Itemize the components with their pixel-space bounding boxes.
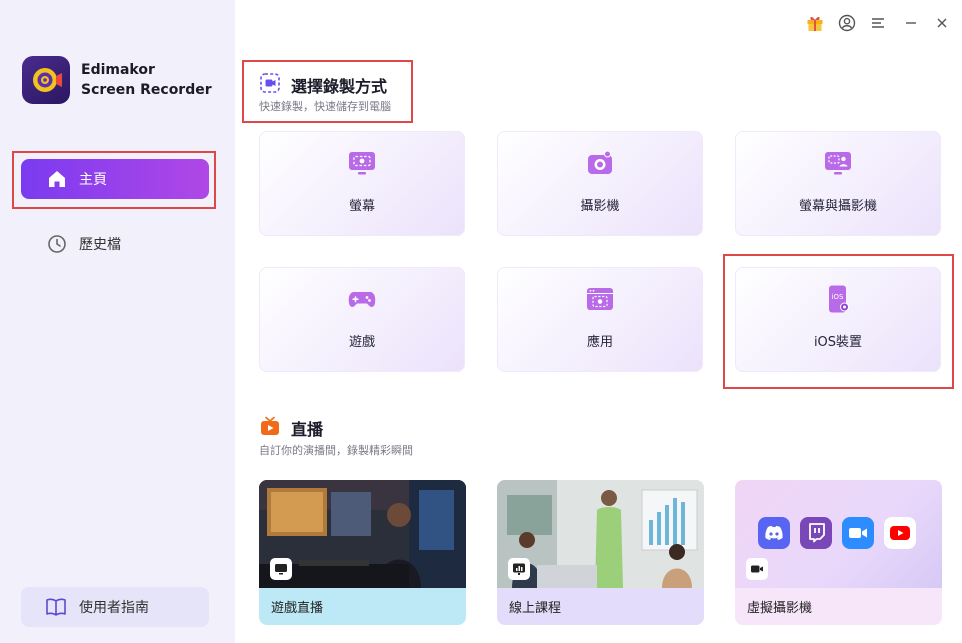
record-card-app-label: 應用 <box>586 335 613 350</box>
record-card-camera[interactable]: 攝影機 <box>497 131 703 236</box>
record-section-icon <box>259 72 281 94</box>
svg-text:iOS: iOS <box>832 293 844 301</box>
app-window-icon <box>587 288 613 310</box>
live-card-online-course-label: 線上課程 <box>509 601 562 616</box>
monitor-icon <box>270 558 292 580</box>
live-card-online-course[interactable]: 線上課程 <box>497 480 704 625</box>
book-icon <box>45 596 67 618</box>
minimize-icon <box>906 22 916 24</box>
youtube-logo-icon <box>884 517 916 549</box>
app-name-line1: Edimakor <box>81 62 155 78</box>
account-button[interactable] <box>837 13 857 33</box>
live-card-virtual-camera-label: 虛擬攝影機 <box>747 601 813 616</box>
gift-icon <box>807 16 823 31</box>
user-guide-label: 使用者指南 <box>79 600 149 616</box>
app-name: Edimakor Screen Recorder <box>81 60 212 100</box>
sidebar-item-history-label: 歷史檔 <box>79 237 121 253</box>
record-section-title: 選擇錄製方式 <box>291 77 388 96</box>
record-section-subtitle: 快速錄製，快速儲存到電腦 <box>259 100 391 113</box>
live-card-virtual-camera[interactable]: 虛擬攝影機 <box>735 480 942 625</box>
live-section-subtitle: 自訂你的演播間，錄製精彩瞬間 <box>259 444 413 457</box>
record-card-screen-camera[interactable]: 螢幕與攝影機 <box>735 131 941 236</box>
screen-icon <box>349 152 375 175</box>
camera-icon <box>588 150 612 174</box>
minimize-button[interactable] <box>901 13 921 33</box>
discord-logo-icon <box>758 517 790 549</box>
video-camera-icon <box>746 558 768 580</box>
sidebar: Edimakor Screen Recorder 主頁 歷史檔 使用者指南 <box>0 0 235 643</box>
sidebar-item-home[interactable]: 主頁 <box>21 159 209 199</box>
record-card-game[interactable]: 遊戲 <box>259 267 465 372</box>
screen-camera-icon <box>825 152 851 175</box>
app-logo-icon <box>33 68 62 92</box>
twitch-logo-icon <box>800 517 832 549</box>
record-card-game-label: 遊戲 <box>348 335 375 350</box>
user-guide-button[interactable]: 使用者指南 <box>21 587 209 627</box>
user-circle-icon <box>838 14 856 32</box>
clock-icon <box>46 233 68 255</box>
zoom-logo-icon <box>842 517 874 549</box>
gift-button[interactable] <box>805 13 825 33</box>
record-card-app[interactable]: 應用 <box>497 267 703 372</box>
record-card-camera-label: 攝影機 <box>580 199 620 214</box>
live-section-title: 直播 <box>291 420 324 439</box>
ios-device-icon: iOS <box>829 285 849 313</box>
live-card-game-stream-label: 遊戲直播 <box>271 601 324 616</box>
record-card-ios-label: iOS裝置 <box>813 335 863 350</box>
app-name-line2: Screen Recorder <box>81 82 212 98</box>
gamepad-icon <box>348 292 376 307</box>
record-card-screen[interactable]: 螢幕 <box>259 131 465 236</box>
sidebar-item-home-label: 主頁 <box>79 172 107 188</box>
menu-button[interactable] <box>868 13 888 33</box>
live-section-icon <box>259 415 281 437</box>
sidebar-item-history[interactable]: 歷史檔 <box>21 224 209 264</box>
menu-icon <box>872 18 884 28</box>
close-button[interactable] <box>932 13 952 33</box>
live-card-game-stream[interactable]: 遊戲直播 <box>259 480 466 625</box>
home-icon <box>46 168 68 190</box>
record-card-screen-label: 螢幕 <box>348 199 375 214</box>
record-card-ios[interactable]: iOS iOS裝置 <box>735 267 941 372</box>
app-logo <box>22 56 70 104</box>
close-icon <box>937 18 947 28</box>
presentation-icon <box>508 558 530 580</box>
record-card-screen-camera-label: 螢幕與攝影機 <box>798 199 877 214</box>
